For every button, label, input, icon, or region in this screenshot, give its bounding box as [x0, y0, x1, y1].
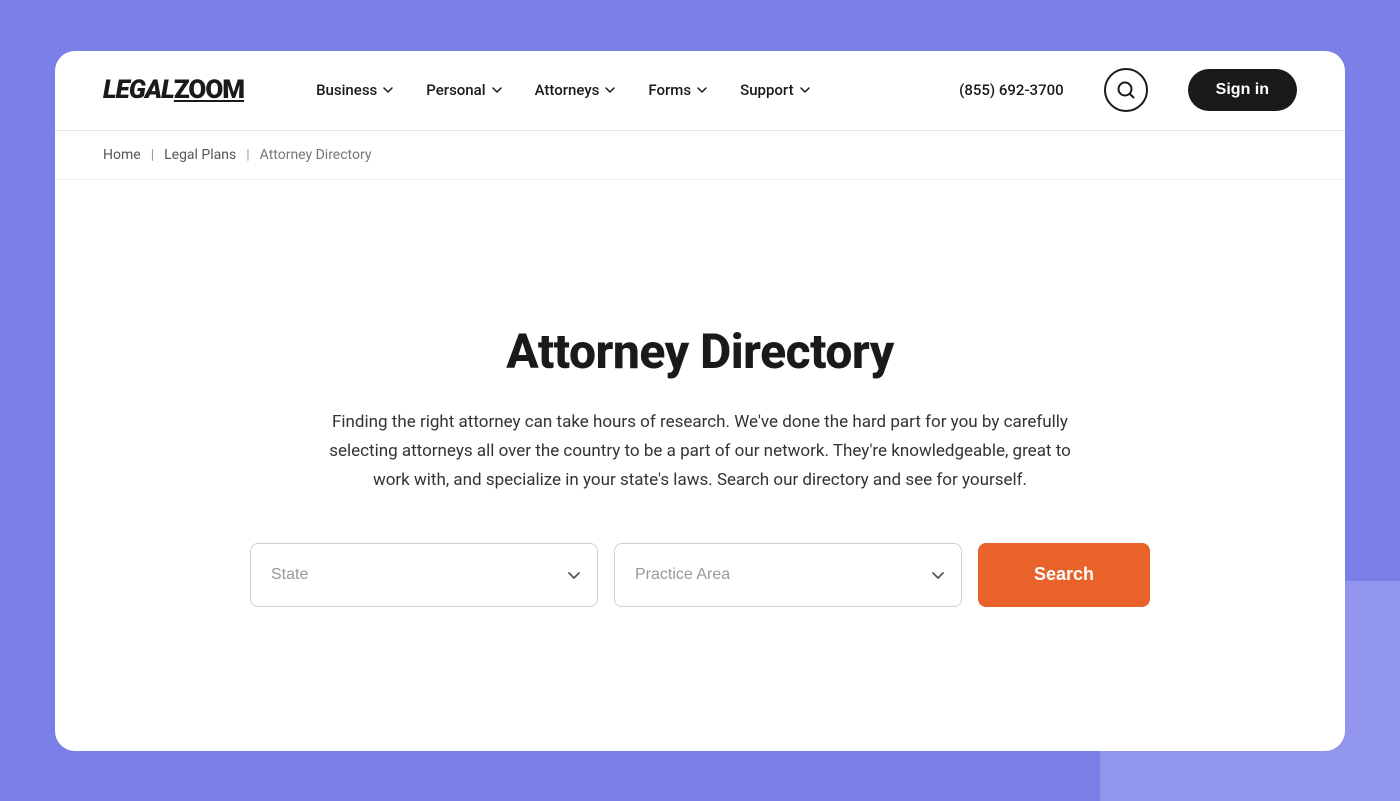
chevron-down-icon [382, 84, 394, 96]
search-section: State Alabama Alaska Arizona Arkansas Ca… [250, 543, 1150, 607]
search-icon [1116, 80, 1136, 100]
breadcrumb-current: Attorney Directory [260, 147, 372, 163]
logo[interactable]: LEGALZOOM [103, 75, 244, 105]
chevron-down-icon [491, 84, 503, 96]
main-nav: Business Personal Attorneys Forms [304, 73, 911, 107]
chevron-down-icon [696, 84, 708, 96]
breadcrumb: Home | Legal Plans | Attorney Directory [55, 131, 1345, 180]
nav-item-attorneys[interactable]: Attorneys [523, 73, 629, 107]
header: LEGALZOOM Business Personal Attorneys [55, 51, 1345, 131]
nav-item-support[interactable]: Support [728, 73, 822, 107]
practice-area-select-wrapper: Practice Area Business Law Estate Planni… [614, 543, 962, 607]
logo-zoom: ZOOM [174, 75, 244, 105]
nav-item-business[interactable]: Business [304, 73, 406, 107]
nav-item-forms[interactable]: Forms [636, 73, 720, 107]
breadcrumb-separator-1: | [151, 147, 154, 163]
page-description: Finding the right attorney can take hour… [320, 408, 1080, 495]
logo-legal: LEGAL [103, 75, 174, 105]
breadcrumb-legal-plans[interactable]: Legal Plans [164, 147, 236, 163]
page-title: Attorney Directory [506, 323, 893, 380]
chevron-down-icon [604, 84, 616, 96]
breadcrumb-home[interactable]: Home [103, 147, 141, 163]
page-wrapper: LEGALZOOM Business Personal Attorneys [55, 51, 1345, 751]
search-button[interactable]: Search [978, 543, 1150, 607]
sign-in-button[interactable]: Sign in [1188, 69, 1297, 111]
header-search-button[interactable] [1104, 68, 1148, 112]
breadcrumb-separator-2: | [246, 147, 249, 163]
phone-number[interactable]: (855) 692-3700 [959, 81, 1064, 99]
state-select-wrapper: State Alabama Alaska Arizona Arkansas Ca… [250, 543, 598, 607]
chevron-down-icon [799, 84, 811, 96]
main-content: Attorney Directory Finding the right att… [55, 180, 1345, 751]
state-select[interactable]: State Alabama Alaska Arizona Arkansas Ca… [250, 543, 598, 607]
nav-item-personal[interactable]: Personal [414, 73, 514, 107]
practice-area-select[interactable]: Practice Area Business Law Estate Planni… [614, 543, 962, 607]
